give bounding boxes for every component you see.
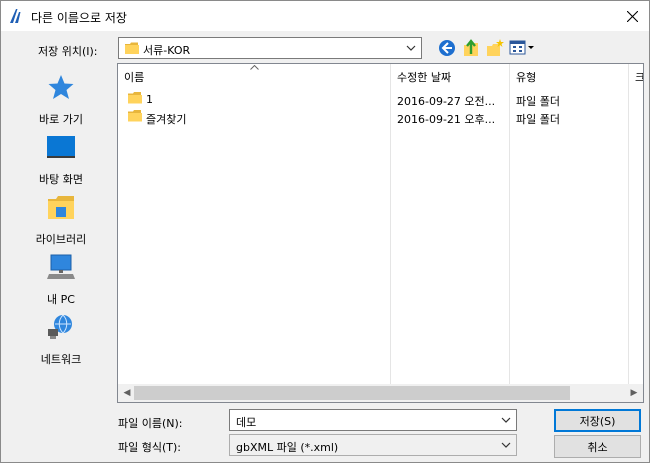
app-logo-icon bbox=[10, 9, 21, 23]
file-list[interactable]: 이름 수정한 날짜 유형 크 1 2016-09-27 오전... 파일 폴더 … bbox=[117, 63, 644, 403]
place-this-pc[interactable]: 내 PC bbox=[7, 253, 115, 311]
folder-icon bbox=[125, 42, 139, 54]
computer-icon bbox=[47, 254, 75, 279]
column-header-type[interactable]: 유형 bbox=[510, 64, 628, 86]
sort-ascending-icon bbox=[250, 65, 259, 70]
back-icon[interactable] bbox=[437, 38, 457, 58]
place-label: 내 PC bbox=[47, 293, 75, 306]
file-type: 파일 폴더 bbox=[516, 113, 560, 126]
column-header-modified[interactable]: 수정한 날짜 bbox=[391, 64, 509, 86]
desktop-icon bbox=[47, 136, 75, 158]
column-header-size[interactable]: 크 bbox=[629, 64, 643, 86]
filetype-value: gbXML 파일 (*.xml) bbox=[236, 441, 339, 454]
file-modified: 2016-09-21 오후... bbox=[397, 113, 496, 126]
network-icon bbox=[48, 314, 72, 339]
window-title: 다른 이름으로 저장 bbox=[31, 11, 127, 25]
chevron-down-icon bbox=[406, 45, 416, 51]
place-label: 라이브러리 bbox=[35, 233, 87, 246]
file-modified: 2016-09-27 오전... bbox=[397, 95, 496, 108]
view-menu-icon[interactable] bbox=[509, 38, 535, 58]
chevron-down-icon bbox=[501, 417, 511, 423]
place-label: 바로 가기 bbox=[39, 113, 83, 126]
cancel-button[interactable]: 취소 bbox=[554, 435, 641, 458]
scrollbar-thumb[interactable] bbox=[134, 386, 570, 400]
place-desktop[interactable]: 바탕 화면 bbox=[7, 133, 115, 191]
up-folder-icon[interactable] bbox=[461, 38, 481, 58]
new-folder-icon[interactable] bbox=[485, 38, 505, 58]
place-libraries[interactable]: 라이브러리 bbox=[7, 193, 115, 251]
place-network[interactable]: 네트워크 bbox=[7, 313, 115, 371]
location-value: 서류-KOR bbox=[143, 44, 191, 57]
file-type: 파일 폴더 bbox=[516, 95, 560, 108]
place-label: 바탕 화면 bbox=[39, 173, 83, 186]
star-icon bbox=[48, 75, 74, 99]
filetype-label: 파일 형식(T): bbox=[118, 441, 181, 454]
location-dropdown[interactable]: 서류-KOR bbox=[118, 37, 422, 59]
file-row[interactable]: 즐겨찾기 2016-09-21 오후... 파일 폴더 bbox=[118, 108, 643, 126]
place-label: 네트워크 bbox=[40, 353, 82, 366]
folder-icon bbox=[128, 110, 142, 122]
file-name: 즐겨찾기 bbox=[146, 113, 187, 126]
location-label: 저장 위치(I): bbox=[38, 45, 98, 58]
filename-input[interactable]: 데모 bbox=[229, 409, 517, 431]
chevron-down-icon bbox=[501, 442, 511, 448]
close-button[interactable] bbox=[615, 1, 649, 31]
place-quick-access[interactable]: 바로 가기 bbox=[7, 73, 115, 131]
file-name: 1 bbox=[146, 93, 153, 106]
column-header-name[interactable]: 이름 bbox=[118, 64, 388, 86]
save-button[interactable]: 저장(S) bbox=[554, 409, 641, 432]
save-as-dialog: 다른 이름으로 저장 저장 위치(I): 서류-KOR 바로 가기 바탕 화면 … bbox=[0, 0, 650, 463]
close-icon bbox=[626, 10, 638, 22]
filetype-dropdown[interactable]: gbXML 파일 (*.xml) bbox=[229, 434, 517, 456]
library-icon bbox=[48, 196, 74, 219]
places-bar: 바로 가기 바탕 화면 라이브러리 내 PC 네트워크 bbox=[7, 63, 115, 403]
scroll-left-icon[interactable]: ◀ bbox=[120, 387, 134, 399]
filename-value: 데모 bbox=[236, 416, 257, 429]
scroll-right-icon[interactable]: ▶ bbox=[627, 387, 641, 399]
filename-label: 파일 이름(N): bbox=[118, 417, 183, 430]
file-row[interactable]: 1 2016-09-27 오전... 파일 폴더 bbox=[118, 90, 643, 108]
horizontal-scrollbar[interactable]: ◀ ▶ bbox=[118, 384, 643, 402]
folder-icon bbox=[128, 92, 142, 104]
title-bar: 다른 이름으로 저장 bbox=[1, 1, 649, 31]
